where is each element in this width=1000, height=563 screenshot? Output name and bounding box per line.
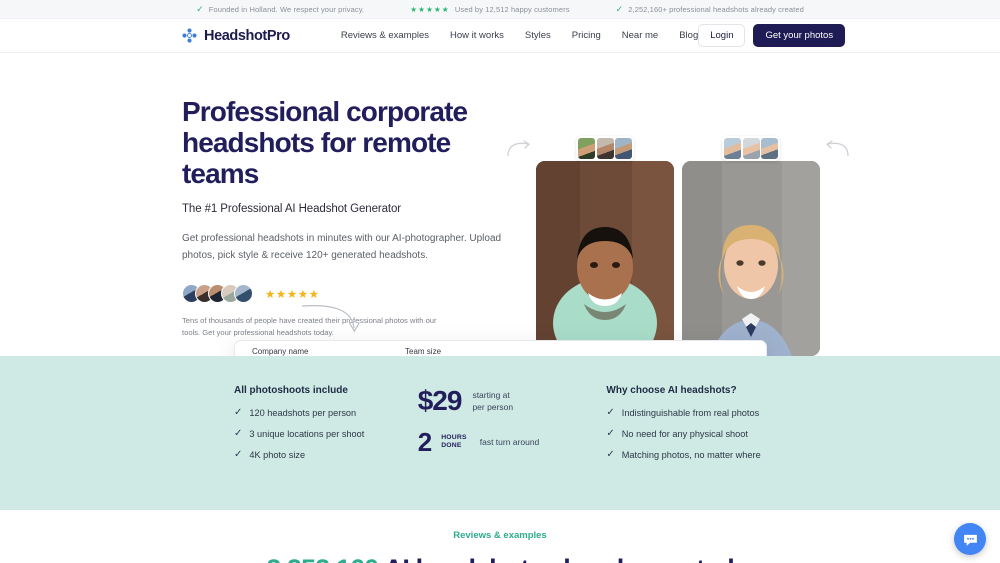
check-icon: ✓: [606, 449, 615, 460]
hero-section: Professional corporate headshots for rem…: [0, 53, 1000, 356]
announcement-item-headshots: ✓ 2,252,160+ professional headshots alre…: [615, 3, 804, 14]
check-icon: ✓: [196, 3, 204, 14]
why-ai-headshots-column: Why choose AI headshots? ✓ Indistinguish…: [606, 385, 805, 471]
rating-stars: ★★★★★: [265, 288, 320, 301]
curved-arrow-icon: [507, 140, 531, 157]
include-item-label: 120 headshots per person: [249, 408, 357, 418]
pricing-column: $29 starting at per person 2 HOURS DONE …: [418, 385, 607, 471]
announcement-text: 2,252,160+ professional headshots alread…: [628, 4, 804, 14]
page-title: Professional corporate headshots for rem…: [182, 96, 468, 189]
brand-name: HeadshotPro: [204, 27, 290, 44]
thumbnail[interactable]: [596, 138, 614, 159]
announcement-item-customers: ★★★★★ Used by 12,512 happy customers: [410, 5, 569, 14]
get-your-photos-button[interactable]: Get your photos: [753, 24, 846, 47]
hero-subtitle: The #1 Professional AI Headshot Generato…: [182, 203, 402, 215]
why-item: ✓ Indistinguishable from real photos: [606, 407, 805, 419]
price-note-line1: starting at: [472, 390, 510, 400]
thumbnail[interactable]: [615, 138, 632, 159]
turnaround-unit-line1: HOURS: [441, 434, 467, 441]
turnaround-number: 2: [417, 427, 433, 457]
include-item: ✓ 120 headshots per person: [234, 407, 418, 419]
turnaround-row: 2 HOURS DONE fast turn around: [418, 429, 607, 455]
thumbnail-strip: [722, 136, 780, 161]
social-proof-row: ★★★★★: [182, 284, 522, 303]
header-actions: Login Get your photos: [698, 24, 846, 47]
main-navigation: Reviews & examples How it works Styles P…: [341, 30, 698, 41]
check-icon: ✓: [234, 428, 243, 439]
headshot-photo: [682, 161, 820, 356]
announcement-bar: ✓ Founded in Holland. We respect your pr…: [0, 0, 1000, 19]
chat-widget-button[interactable]: [954, 523, 986, 555]
photoshoot-includes-title: All photoshoots include: [234, 385, 348, 396]
why-item: ✓ Matching photos, no matter where: [606, 449, 805, 461]
nav-item-blog[interactable]: Blog: [679, 30, 698, 41]
features-band: All photoshoots include ✓ 120 headshots …: [0, 356, 1000, 510]
check-icon: ✓: [234, 407, 243, 418]
nav-item-pricing[interactable]: Pricing: [572, 30, 601, 41]
company-name-label: Company name: [252, 347, 309, 356]
thumbnail[interactable]: [578, 138, 595, 159]
why-item: ✓ No need for any physical shoot: [606, 428, 805, 440]
curved-arrow-icon: [825, 140, 849, 157]
avatar: [234, 284, 253, 303]
hero-photo-group: [507, 136, 849, 356]
chat-bubble-icon: [963, 534, 977, 546]
turnaround-note: fast turn around: [479, 437, 540, 447]
turnaround-unit-line2: DONE: [441, 442, 462, 449]
thumbnail[interactable]: [742, 138, 760, 159]
nav-item-reviews[interactable]: Reviews & examples: [341, 30, 429, 41]
headshot-count: 2,252,160: [266, 554, 379, 563]
thumbnail[interactable]: [724, 138, 741, 159]
nav-item-near-me[interactable]: Near me: [622, 30, 658, 41]
price-amount: $29: [417, 385, 463, 416]
check-icon: ✓: [606, 428, 615, 439]
team-size-label: Team size: [405, 347, 442, 356]
brand-logo[interactable]: HeadshotPro: [182, 28, 290, 44]
headshot-count-suffix: AI headshots already created: [378, 554, 735, 563]
why-item-label: Indistinguishable from real photos: [621, 408, 760, 418]
why-ai-title: Why choose AI headshots?: [606, 385, 737, 396]
thumbnail[interactable]: [761, 138, 778, 159]
price-note: starting at per person: [472, 389, 513, 413]
check-icon: ✓: [234, 449, 243, 460]
thumbnail-strip: [576, 136, 634, 161]
why-item-label: Matching photos, no matter where: [621, 450, 761, 460]
social-proof-note: Tens of thousands of people have created…: [182, 316, 437, 337]
portrait-illustration: [682, 161, 820, 356]
turnaround-unit: HOURS DONE: [441, 434, 467, 450]
price-note-line2: per person: [472, 402, 514, 412]
signup-form-card: Company name Team size Create your team …: [234, 340, 767, 356]
flower-logo-icon: [182, 28, 197, 43]
reviews-section: Reviews & examples 2,252,160 AI headshot…: [0, 510, 1000, 563]
price-row: $29 starting at per person: [418, 387, 607, 415]
hero-description: Get professional headshots in minutes wi…: [182, 233, 502, 261]
nav-item-styles[interactable]: Styles: [525, 30, 551, 41]
why-item-label: No need for any physical shoot: [621, 429, 748, 439]
announcement-item-privacy: ✓ Founded in Holland. We respect your pr…: [196, 3, 365, 14]
team-size-field-group: Team size: [405, 347, 542, 356]
reviews-eyebrow: Reviews & examples: [453, 530, 547, 541]
portrait-illustration: [536, 161, 674, 356]
nav-item-how-it-works[interactable]: How it works: [450, 30, 504, 41]
include-item: ✓ 4K photo size: [234, 449, 418, 461]
hero-photo-female: [682, 136, 849, 356]
photoshoot-includes-column: All photoshoots include ✓ 120 headshots …: [234, 385, 418, 471]
company-name-field-group: Company name: [252, 347, 389, 356]
hero-copy: Professional corporate headshots for rem…: [182, 96, 522, 338]
check-icon: ✓: [615, 3, 624, 14]
login-button[interactable]: Login: [698, 24, 746, 47]
include-item-label: 4K photo size: [249, 450, 306, 460]
headshot-photo: [536, 161, 674, 356]
reviews-headline: 2,252,160 AI headshots already created: [0, 554, 1000, 563]
announcement-text: Founded in Holland. We respect your priv…: [208, 4, 365, 14]
features-band-inner: All photoshoots include ✓ 120 headshots …: [234, 385, 805, 471]
announcement-text: Used by 12,512 happy customers: [454, 4, 570, 14]
include-item: ✓ 3 unique locations per shoot: [234, 428, 418, 440]
avatar-stack: [182, 284, 253, 303]
stars-icon: ★★★★★: [410, 4, 450, 14]
check-icon: ✓: [606, 407, 615, 418]
site-header: HeadshotPro Reviews & examples How it wo…: [0, 19, 1000, 53]
hero-photo-male: [507, 136, 674, 356]
include-item-label: 3 unique locations per shoot: [249, 429, 365, 439]
